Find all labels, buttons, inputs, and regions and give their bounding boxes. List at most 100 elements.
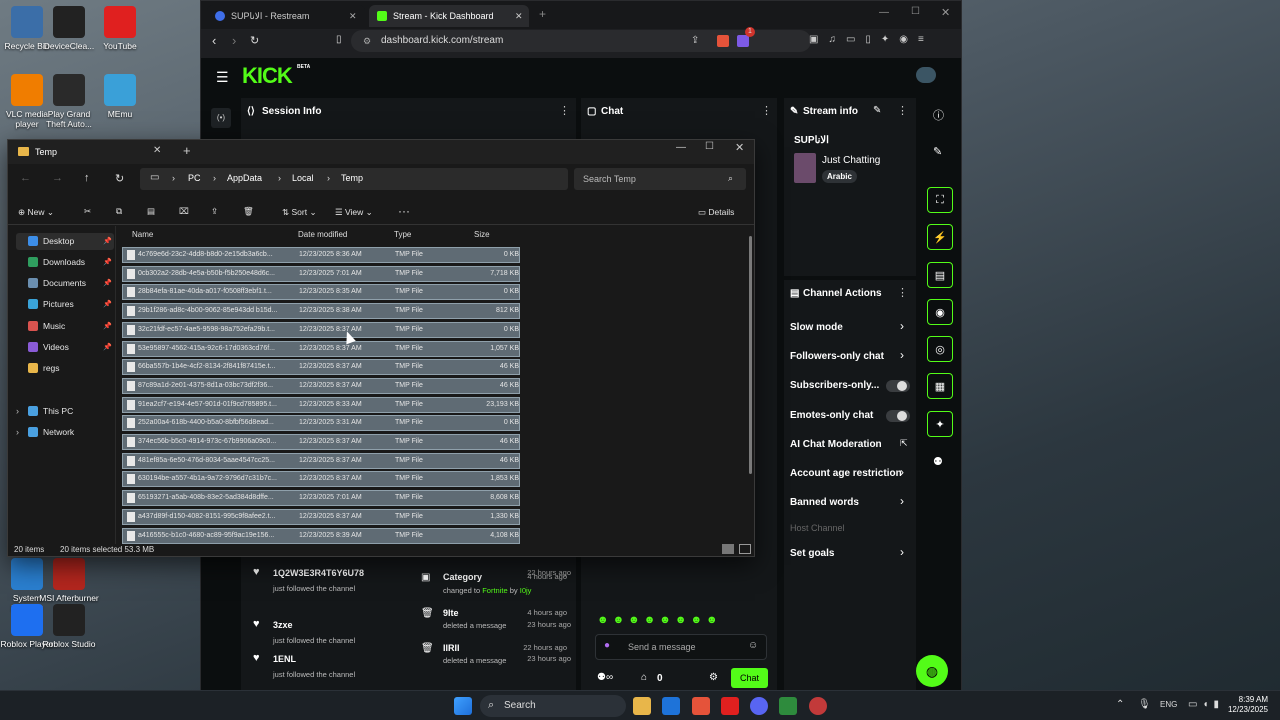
event-game-link[interactable]: Fortnite <box>482 586 507 595</box>
brave-rewards-icon[interactable] <box>737 35 749 47</box>
file-row[interactable]: 91ea2cf7-e194-4e57-901d-01f9cd785895.t..… <box>122 396 520 413</box>
details-button[interactable]: ▭ Details <box>698 207 734 218</box>
channel-action-item[interactable]: Emotes-only chat <box>790 410 873 421</box>
windows-start-icon[interactable] <box>454 697 472 715</box>
chat-bubble-button[interactable]: ◉ <box>927 299 953 325</box>
back-icon[interactable]: ← <box>20 172 31 184</box>
users-icon[interactable]: ⚉∞ <box>597 672 613 683</box>
file-row[interactable]: 4c769e6d-23c2-4dd8-b8d0-2e15db3a6cb... 12… <box>122 247 520 263</box>
back-icon[interactable]: ‹ <box>212 33 216 48</box>
clock-time[interactable]: 8:39 AM <box>1222 695 1268 704</box>
reload-icon[interactable]: ↻ <box>250 34 259 47</box>
chat-send-button[interactable]: Chat <box>731 668 768 688</box>
site-info-icon[interactable]: ⚙ <box>363 30 371 52</box>
avatar[interactable] <box>916 67 936 83</box>
column-type[interactable]: Type <box>394 230 411 239</box>
tools-button[interactable]: ✦ <box>927 411 953 437</box>
close-tab-icon[interactable]: ✕ <box>349 11 357 22</box>
app-taskbar-icon[interactable] <box>809 697 827 715</box>
desktop-icon[interactable]: MEmu <box>89 74 151 119</box>
system-tray-icons[interactable]: ▭◖▮ <box>1188 699 1224 710</box>
nav-item[interactable]: Pictures 📌 <box>28 299 112 309</box>
pencil-icon[interactable]: ✎ <box>933 145 942 158</box>
chevron-right-icon[interactable]: › <box>16 427 19 437</box>
nav-item[interactable]: Desktop 📌 <box>28 236 112 246</box>
channel-action-item[interactable]: Subscribers-only... <box>790 380 879 391</box>
edit-icon[interactable]: ✎ <box>873 105 881 116</box>
emote-bar[interactable]: ☻☻☻☻☻☻☻☻ <box>597 614 767 628</box>
breadcrumb[interactable]: ▭ › PC › AppData › Local › Temp <box>140 168 568 190</box>
file-explorer-taskbar-icon[interactable] <box>633 697 651 715</box>
copy-icon[interactable]: ⧉ <box>116 206 122 217</box>
excel-taskbar-icon[interactable] <box>779 697 797 715</box>
share-icon[interactable]: ⇪ <box>211 206 218 217</box>
file-row[interactable]: 481ef85a-6e50-476d-8034-5aae4547cc25... 1… <box>122 452 520 469</box>
broadcast-icon[interactable]: (•) <box>211 108 231 128</box>
chat-input[interactable]: ● Send a message ☺ <box>595 634 767 660</box>
file-row[interactable]: 630194be-a557-4b1a-9a72-9796d7c31b7c... 1… <box>122 471 520 488</box>
new-tab-icon[interactable]: + <box>183 143 191 158</box>
new-tab-icon[interactable]: + <box>539 7 546 21</box>
event-user-link[interactable]: I0jy <box>520 586 532 595</box>
file-row[interactable]: 87c89a1d-2e01-4375-8d1a-03bc73df2f36... 1… <box>122 377 520 394</box>
menu-icon[interactable]: ☰ <box>216 69 229 86</box>
more-icon[interactable]: ··· <box>398 204 410 218</box>
brave-shields-icon[interactable] <box>717 35 729 47</box>
file-row[interactable]: 252a00a4-618b-4400-b5a0-8bfbf56d8ead... 1… <box>122 415 520 432</box>
minimize-icon[interactable]: — <box>879 7 889 18</box>
file-row[interactable]: a416555c-b1c0-4680-ac89-95f9ac19e156... 1… <box>122 527 520 544</box>
cut-icon[interactable]: ✂ <box>84 206 91 217</box>
users-icon[interactable]: ⚉ <box>933 455 943 468</box>
column-name[interactable]: Name <box>132 230 153 239</box>
broadcast-button[interactable]: ◎ <box>927 336 953 362</box>
chevron-up-icon[interactable]: ⌃ <box>1116 699 1124 710</box>
support-button[interactable]: ◍ <box>916 655 948 687</box>
close-window-icon[interactable]: ✕ <box>735 141 744 154</box>
minimize-icon[interactable]: — <box>676 142 686 153</box>
details-view-icon[interactable] <box>722 544 734 554</box>
paste-icon[interactable]: ▤ <box>147 206 155 217</box>
breadcrumb-pc[interactable]: PC <box>188 173 201 183</box>
tab-kick-dashboard[interactable]: Stream - Kick Dashboard ✕ <box>369 5 529 27</box>
external-link-icon[interactable]: ⇱ <box>900 438 908 449</box>
refresh-icon[interactable]: ↻ <box>115 172 124 185</box>
notes-button[interactable]: ▤ <box>927 262 953 288</box>
file-row[interactable]: 65193271-a5ab-408b-83e2-5ad384d8dffe... 1… <box>122 490 520 507</box>
delete-icon[interactable]: 🗑 <box>243 206 254 217</box>
microphone-icon[interactable]: 🎙 <box>1138 699 1151 710</box>
chat-settings-icon[interactable]: ⚙ <box>709 672 718 683</box>
more-icon[interactable]: ⋮ <box>897 104 908 117</box>
nav-item[interactable]: Documents 📌 <box>28 278 112 288</box>
nav-item[interactable]: regs <box>28 363 60 373</box>
toggle-switch[interactable] <box>886 380 910 392</box>
clip-button[interactable]: ⛶ <box>927 187 953 213</box>
kick-logo[interactable]: KICK <box>242 63 293 89</box>
file-row[interactable]: 29b1f286-ad8c-4b00-9062-85e943dd b15d...… <box>122 303 520 320</box>
forward-icon[interactable]: → <box>52 172 63 184</box>
breadcrumb-appdata[interactable]: AppData <box>227 173 262 183</box>
bookmark-icon[interactable]: ▯ <box>336 34 342 45</box>
channel-action-item[interactable]: Followers-only chat <box>790 351 884 362</box>
lightning-button[interactable]: ⚡ <box>927 224 953 250</box>
layout-button[interactable]: ▦ <box>927 373 953 399</box>
address-bar[interactable]: ⚙ dashboard.kick.com/stream ⇪ 1 <box>351 27 811 52</box>
browser-extension-icons[interactable]: ▣♫▭▯✦◉≡ <box>809 34 934 45</box>
rename-icon[interactable]: ⌧ <box>179 206 189 217</box>
view-button[interactable]: ☰ View ⌄ <box>335 207 373 218</box>
emoji-icon[interactable]: ☺ <box>748 640 758 651</box>
nav-item[interactable]: › This PC <box>16 406 73 416</box>
channel-action-item[interactable]: AI Chat Moderation <box>790 439 882 450</box>
discord-taskbar-icon[interactable] <box>750 697 768 715</box>
breadcrumb-local[interactable]: Local <box>292 173 314 183</box>
channel-action-item[interactable]: Account age restriction <box>790 468 902 479</box>
chevron-right-icon[interactable]: › <box>900 494 904 508</box>
nav-item[interactable]: › Network <box>16 427 74 437</box>
search-input[interactable]: Search Temp ⌕ <box>574 168 746 190</box>
nav-item[interactable]: Videos 📌 <box>28 342 112 352</box>
brave-taskbar-icon[interactable] <box>692 697 710 715</box>
file-row[interactable]: 28b84efa-81ae-40da-a017-f0508ff3ebf1.t..… <box>122 284 520 301</box>
nav-item[interactable]: Downloads 📌 <box>28 257 112 267</box>
up-icon[interactable]: ↑ <box>84 172 90 184</box>
microphone-icon[interactable]: ● <box>604 640 610 651</box>
scrollbar[interactable] <box>749 236 752 474</box>
